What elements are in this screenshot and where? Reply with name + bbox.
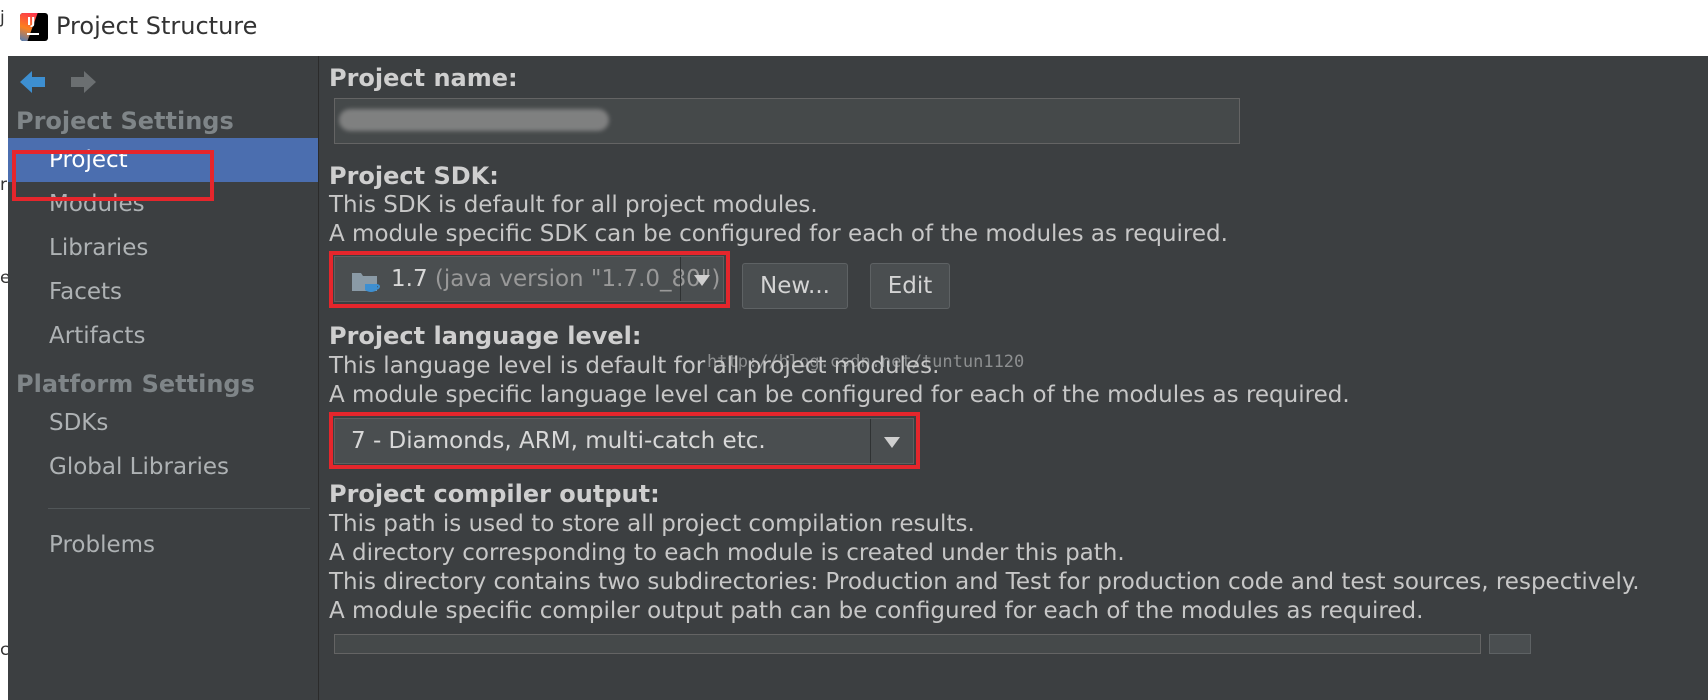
sidebar-item-problems[interactable]: Problems [8,523,318,567]
sdk-description-line: This SDK is default for all project modu… [329,192,818,218]
compiler-output-path-input[interactable] [334,634,1481,654]
sliver-glyph: r [0,175,7,195]
browse-folder-button[interactable] [1489,634,1531,654]
sidebar-divider [48,508,310,509]
project-name-label: Project name: [329,64,518,92]
back-arrow-icon[interactable] [18,68,48,96]
sidebar-header-project-settings: Project Settings [16,107,234,135]
compiler-output-description-line: A module specific compiler output path c… [329,598,1424,624]
compiler-output-label: Project compiler output: [329,480,660,508]
annotation-highlight-language-level [329,412,920,469]
sidebar-item-facets[interactable]: Facets [8,270,318,314]
language-level-description-line: This language level is default for all p… [329,353,940,379]
title-bar: IJ Project Structure [0,0,1708,56]
main-panel: Project name: Project SDK: This SDK is d… [319,56,1708,700]
edit-sdk-button[interactable]: Edit [870,263,950,309]
window-title: Project Structure [56,12,258,40]
project-sdk-label: Project SDK: [329,162,499,190]
sidebar-header-platform-settings: Platform Settings [16,370,255,398]
sidebar-item-libraries[interactable]: Libraries [8,226,318,270]
language-level-label: Project language level: [329,322,642,350]
language-level-description-line: A module specific language level can be … [329,382,1350,408]
project-name-input[interactable] [334,98,1240,144]
annotation-highlight-sdk [329,251,730,308]
sliver-glyph: j [0,8,5,28]
compiler-output-description-line: A directory corresponding to each module… [329,540,1125,566]
sidebar-item-global-libraries[interactable]: Global Libraries [8,445,318,489]
sdk-description-line: A module specific SDK can be configured … [329,221,1228,247]
window-right-edge [1700,56,1708,700]
background-window-sliver: j r e c [0,0,10,700]
forward-arrow-icon[interactable] [68,68,98,96]
sidebar-item-sdks[interactable]: SDKs [8,401,318,445]
new-sdk-button[interactable]: New... [742,263,848,309]
intellij-app-icon: IJ [20,13,48,41]
compiler-output-description-line: This path is used to store all project c… [329,511,975,537]
sidebar-item-artifacts[interactable]: Artifacts [8,314,318,358]
sidebar: Project Settings Project Modules Librari… [8,56,319,700]
compiler-output-description-line: This directory contains two subdirectori… [329,569,1640,595]
redacted-project-name [339,109,609,131]
annotation-highlight-project [12,150,214,201]
